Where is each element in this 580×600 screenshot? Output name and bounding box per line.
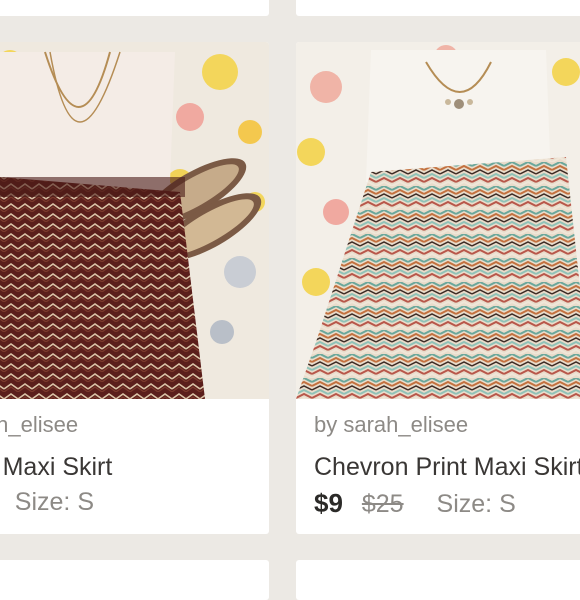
seller-prefix: by xyxy=(314,412,338,437)
original-price: $25 xyxy=(361,490,404,518)
listing-card-bottom-right[interactable] xyxy=(296,560,580,600)
size-info: Size: S xyxy=(437,490,516,518)
price: $9 xyxy=(314,488,343,518)
listing-photo[interactable] xyxy=(0,42,269,399)
size-value: S xyxy=(499,490,516,518)
size-info: Size: S xyxy=(15,488,94,516)
seller-name[interactable]: sarah_elisee xyxy=(343,412,468,437)
listing-title[interactable]: Chevron Striped Maxi Skirt xyxy=(0,453,269,482)
seller-name[interactable]: sarah_elisee xyxy=(0,412,78,437)
listing-title[interactable]: Chevron Print Maxi Skirt xyxy=(314,453,580,482)
size-label: Size: xyxy=(14,488,71,516)
listing-card[interactable]: by sarah_elisee Chevron Print Maxi Skirt… xyxy=(296,42,580,534)
listing-card[interactable]: by sarah_elisee Chevron Striped Maxi Ski… xyxy=(0,42,269,534)
seller-line[interactable]: by sarah_elisee xyxy=(0,412,269,438)
listing-card-bottom-left[interactable] xyxy=(0,560,269,600)
size-label: Size: xyxy=(436,490,493,518)
listing-card-top-left[interactable] xyxy=(0,0,269,16)
size-value: S xyxy=(77,488,94,516)
price-row: $9 $25 Size: S xyxy=(314,488,516,519)
listing-photo[interactable] xyxy=(296,42,580,399)
price-row: 25 Size: S xyxy=(0,488,269,517)
seller-line[interactable]: by sarah_elisee xyxy=(314,412,468,438)
listing-card-top-right[interactable] xyxy=(296,0,580,16)
